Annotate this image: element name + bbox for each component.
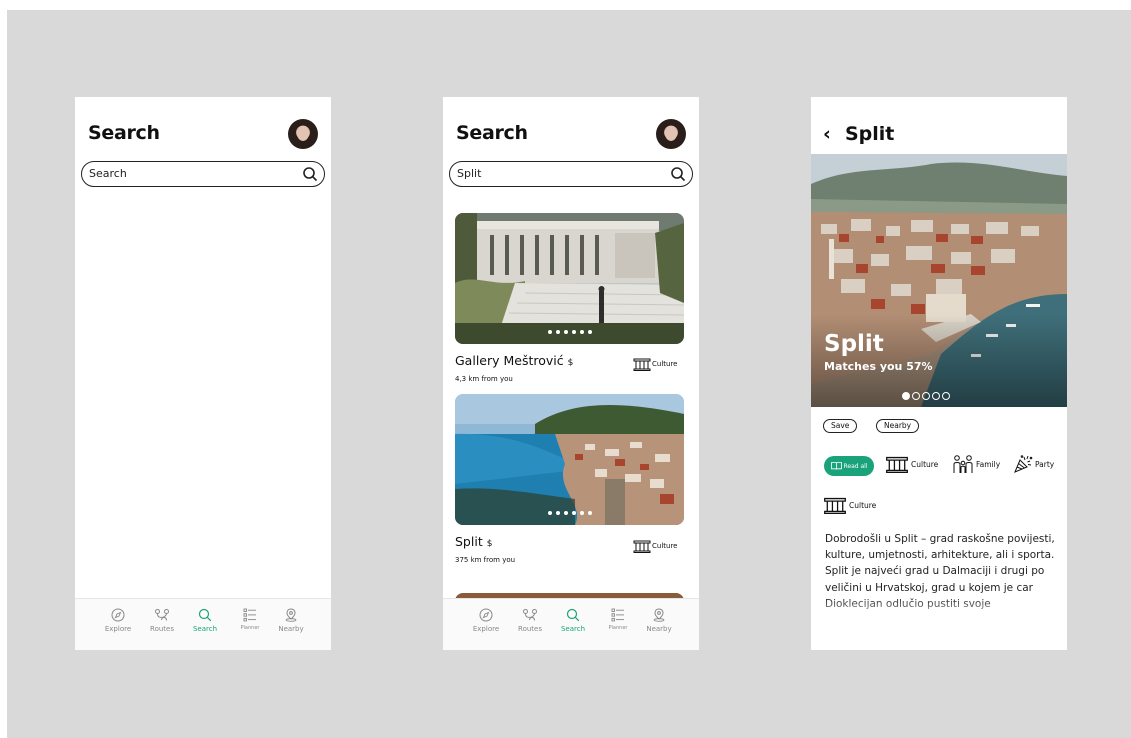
tab-label: Routes (150, 625, 174, 633)
hero-image[interactable]: Split Matches you 57% (811, 154, 1067, 407)
search-input[interactable]: Search (81, 161, 325, 187)
price-level: $ (486, 539, 493, 549)
family-icon (953, 455, 973, 473)
avatar[interactable] (656, 119, 686, 149)
tab-search[interactable]: Search (185, 608, 225, 633)
bottom-tab-bar: Explore Routes Search Planner Nearby (75, 598, 331, 650)
location-icon (653, 608, 665, 622)
result-image-split[interactable] (455, 394, 684, 525)
category-chip-culture: Culture (633, 357, 677, 371)
tab-label: Planner (608, 625, 628, 631)
search-icon (566, 608, 580, 622)
list-icon (611, 608, 624, 622)
destination-detail-screen: ‹ Split Split Matches you 57% Save Nearb… (811, 97, 1067, 650)
party-popper-icon (1014, 455, 1033, 473)
compass-icon (479, 608, 493, 622)
column-icon (633, 358, 651, 371)
price-level: $ (567, 358, 574, 368)
search-icon[interactable] (302, 166, 318, 182)
compass-icon (111, 608, 125, 622)
search-icon[interactable] (670, 166, 686, 182)
tab-label: Search (192, 625, 218, 633)
hero-title: Split (824, 331, 884, 357)
tab-nearby[interactable]: Nearby (639, 608, 679, 633)
search-input-value: Split (457, 167, 482, 180)
list-icon (243, 608, 256, 622)
tab-label: Nearby (646, 625, 672, 633)
location-icon (285, 608, 297, 622)
chevron-left-icon[interactable]: ‹ (823, 123, 831, 145)
tab-routes[interactable]: Routes (142, 608, 182, 633)
carousel-dots[interactable] (455, 500, 684, 519)
tab-label: Search (560, 625, 586, 633)
match-score: Matches you 57% (824, 360, 933, 373)
content-fade (811, 597, 1067, 650)
tab-label: Planner (240, 625, 260, 631)
search-screen-results: Search Split Gallery Meštrović $ 4,3 km … (443, 97, 699, 650)
tab-label: Nearby (278, 625, 304, 633)
category-chip-culture: Culture (633, 539, 677, 553)
tab-planner[interactable]: Planner (230, 608, 270, 631)
book-icon (830, 462, 842, 470)
category-culture: Culture (885, 455, 938, 473)
tab-search[interactable]: Search (553, 608, 593, 633)
avatar[interactable] (288, 119, 318, 149)
category-culture-secondary: Culture (823, 496, 876, 514)
search-screen-empty: Search Search Explore Routes Search Plan… (75, 97, 331, 650)
result-title[interactable]: Gallery Meštrović $ (455, 353, 573, 368)
tab-nearby[interactable]: Nearby (271, 608, 311, 633)
routes-icon (155, 609, 169, 621)
tab-explore[interactable]: Explore (466, 608, 506, 633)
category-family: Family (952, 454, 1000, 474)
result-distance: 375 km from you (455, 556, 516, 564)
nearby-button[interactable]: Nearby (876, 419, 920, 433)
search-icon (198, 608, 212, 622)
column-icon (633, 540, 651, 553)
column-icon (886, 456, 908, 473)
search-input[interactable]: Split (449, 161, 693, 187)
tab-planner[interactable]: Planner (598, 608, 638, 631)
result-distance: 4,3 km from you (455, 375, 513, 383)
tab-explore[interactable]: Explore (98, 608, 138, 633)
result-title[interactable]: Split $ (455, 534, 492, 549)
page-title: Search (88, 122, 160, 144)
save-button[interactable]: Save (823, 419, 858, 433)
category-party: Party (1013, 454, 1054, 474)
tab-routes[interactable]: Routes (510, 608, 550, 633)
carousel-dots[interactable] (455, 319, 684, 338)
tab-label: Routes (518, 625, 542, 633)
page-title: Search (456, 122, 528, 144)
column-icon (824, 497, 846, 514)
carousel-dots[interactable] (902, 385, 952, 404)
tab-label: Explore (104, 625, 132, 633)
result-image-gallery[interactable] (455, 213, 684, 344)
read-all-button[interactable]: Read all (824, 456, 874, 476)
tab-label: Explore (472, 625, 500, 633)
page-title: Split (845, 123, 895, 145)
search-input-value: Search (89, 167, 127, 180)
bottom-tab-bar: Explore Routes Search Planner Nearby (443, 598, 699, 650)
routes-icon (523, 609, 537, 621)
